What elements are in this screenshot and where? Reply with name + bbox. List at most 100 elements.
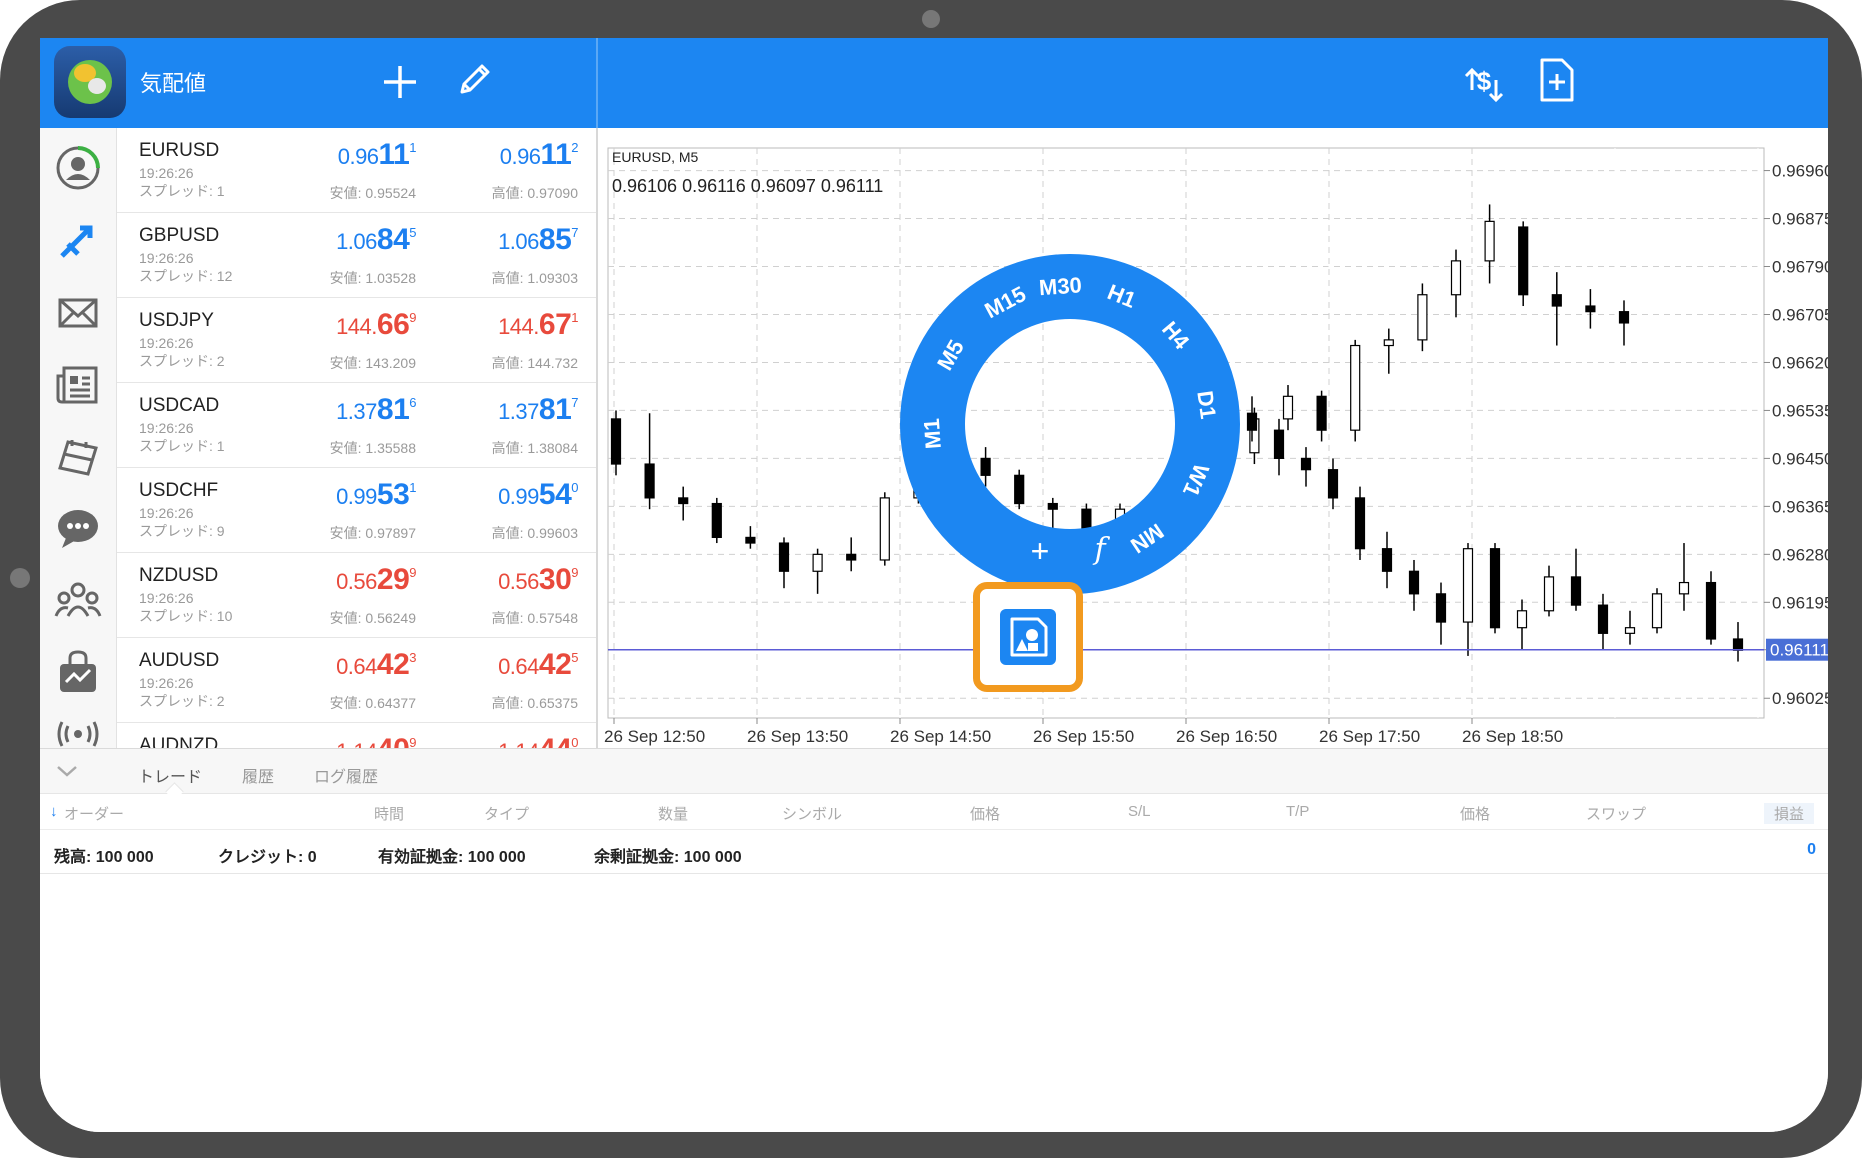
col-volume[interactable]: 数量 xyxy=(658,803,688,824)
candle-bear xyxy=(1597,604,1609,634)
crosshair-icon[interactable]: + xyxy=(1031,533,1050,569)
candle-bear xyxy=(1354,497,1366,550)
low-price: 安値: 0.95524 xyxy=(329,185,416,201)
col-profit[interactable]: 損益 xyxy=(1764,803,1815,824)
new-document-icon[interactable] xyxy=(1534,56,1578,104)
timeframe-option-m30[interactable]: M30 xyxy=(1038,272,1082,300)
symbol-name: NZDUSD xyxy=(139,565,219,586)
col-time[interactable]: 時間 xyxy=(374,803,404,824)
time-tick-label: 26 Sep 17:50 xyxy=(1319,727,1420,746)
quote-time: 19:26:26 xyxy=(139,165,194,181)
bid-price: 1.06845 xyxy=(336,223,416,256)
mail-icon[interactable] xyxy=(54,288,102,336)
quote-row[interactable]: GBPUSD 19:26:26 スプレッド: 12 1.06845 1.06857 安値:… xyxy=(117,213,596,298)
time-tick-label: 26 Sep 15:50 xyxy=(1033,727,1134,746)
candle-bull xyxy=(812,553,823,572)
chat-icon[interactable] xyxy=(54,504,102,552)
balance: 残高: 100 000 xyxy=(54,849,154,866)
quote-row[interactable]: USDCHF 19:26:26 スプレッド: 9 0.99531 0.99540 安値: … xyxy=(117,468,596,553)
quote-row[interactable]: USDCAD 19:26:26 スプレッド: 1 1.37816 1.37817 安値: … xyxy=(117,383,596,468)
col-tp[interactable]: T/P xyxy=(1286,803,1309,820)
quotes-list: EURUSD 19:26:26 スプレッド: 1 0.96111 0.96112 安値: … xyxy=(117,128,596,893)
quote-time: 19:26:26 xyxy=(139,335,194,351)
edit-pencil-icon[interactable] xyxy=(452,58,496,102)
tab-history[interactable]: 履歴 xyxy=(242,763,274,787)
sort-arrow-icon[interactable]: ↓ xyxy=(50,803,58,820)
bid-price: 0.56299 xyxy=(336,563,416,596)
quote-row[interactable]: NZDUSD 19:26:26 スプレッド: 10 0.56299 0.56309 安値:… xyxy=(117,553,596,638)
camera-dot xyxy=(922,10,940,28)
candle-bull xyxy=(1282,395,1294,420)
col-order[interactable]: オーダー xyxy=(64,803,124,824)
time-tick-label: 26 Sep 16:50 xyxy=(1176,727,1277,746)
bid-price: 144.669 xyxy=(336,308,416,341)
candle-bull xyxy=(1624,627,1636,634)
ask-price: 0.99540 xyxy=(498,478,578,511)
low-price: 安値: 143.209 xyxy=(329,355,416,371)
tab-trade[interactable]: トレード xyxy=(138,763,202,787)
symbol-name: EURUSD xyxy=(139,140,220,161)
candle-bull xyxy=(1383,339,1394,347)
quote-row[interactable]: AUDUSD 19:26:26 スプレッド: 2 0.64423 0.64425 安値: … xyxy=(117,638,596,723)
col-swap[interactable]: スワップ xyxy=(1586,803,1646,824)
quotes-arrows-icon[interactable] xyxy=(54,216,102,264)
timeframe-wheel[interactable]: M5M15 M30 H1H4D1W1MNM1f+ xyxy=(900,254,1240,594)
market-bag-icon[interactable] xyxy=(54,648,102,696)
quote-row[interactable]: EURUSD 19:26:26 スプレッド: 1 0.96111 0.96112 安値: … xyxy=(117,128,596,213)
candle-bear xyxy=(1489,548,1501,629)
quote-spread: スプレッド: 1 xyxy=(139,183,225,199)
candle-bear xyxy=(678,497,689,505)
chart-ohlc-label: 0.96106 0.96116 0.96097 0.96111 xyxy=(612,176,883,196)
price-tick-label: 0.96705 xyxy=(1772,305,1828,324)
insert-object-icon[interactable] xyxy=(1000,609,1056,665)
high-price: 高値: 144.732 xyxy=(491,355,578,371)
quote-spread: スプレッド: 12 xyxy=(139,268,233,284)
add-symbol-icon[interactable] xyxy=(378,60,422,104)
total-profit: 0 xyxy=(1807,841,1816,858)
quote-row[interactable]: USDJPY 19:26:26 スプレッド: 2 144.669 144.671 安値: … xyxy=(117,298,596,383)
trade-dollar-icon[interactable]: $ xyxy=(1460,58,1508,106)
col-price-current[interactable]: 価格 xyxy=(1460,803,1490,824)
quote-spread: スプレッド: 1 xyxy=(139,438,225,454)
candle-bull xyxy=(1484,220,1495,262)
account-summary: 残高: 100 000 クレジット: 0 有効証拠金: 100 000 余剰証拠… xyxy=(40,829,1828,874)
timeframe-option-m1[interactable]: M1 xyxy=(919,418,946,450)
community-icon[interactable] xyxy=(54,576,102,624)
candle-bear xyxy=(1316,395,1327,431)
quote-time: 19:26:26 xyxy=(139,590,194,606)
price-tick-label: 0.96875 xyxy=(1772,210,1828,229)
candle-bull xyxy=(1350,344,1361,431)
calendar-icon[interactable] xyxy=(54,432,102,480)
metatrader-logo-icon[interactable] xyxy=(54,46,126,118)
time-tick-label: 26 Sep 18:50 xyxy=(1462,727,1563,746)
left-navigation xyxy=(40,128,117,748)
col-sl[interactable]: S/L xyxy=(1128,803,1151,820)
col-price[interactable]: 価格 xyxy=(970,803,1000,824)
candle-bear xyxy=(745,536,756,544)
high-price: 高値: 1.09303 xyxy=(491,270,578,286)
collapse-chevron-icon[interactable] xyxy=(54,761,80,781)
low-price: 安値: 1.35588 xyxy=(329,440,416,456)
candle-bear xyxy=(1551,294,1562,307)
col-symbol[interactable]: シンボル xyxy=(782,803,842,824)
timeframe-option-d1[interactable]: D1 xyxy=(1192,389,1221,420)
ask-price: 0.56309 xyxy=(498,563,578,596)
high-price: 高値: 0.97090 xyxy=(491,185,578,201)
candle-bull xyxy=(1651,593,1663,629)
col-type[interactable]: タイプ xyxy=(484,803,529,824)
ask-price: 1.37817 xyxy=(498,393,578,426)
bottom-tabs: トレード 履歴 ログ履歴 xyxy=(40,749,1828,801)
quote-spread: スプレッド: 9 xyxy=(139,523,225,539)
signal-broadcast-icon[interactable] xyxy=(54,720,102,748)
svg-text:$: $ xyxy=(1477,66,1492,96)
highlighted-object-button[interactable] xyxy=(973,582,1083,692)
low-price: 安値: 1.03528 xyxy=(329,270,416,286)
bid-price: 0.64423 xyxy=(336,648,416,681)
candle-bull xyxy=(1462,548,1474,623)
account-icon[interactable] xyxy=(54,144,102,192)
symbol-name: AUDUSD xyxy=(139,650,220,671)
tab-log-history[interactable]: ログ履歴 xyxy=(314,763,378,787)
candle-bear xyxy=(1585,305,1596,313)
news-icon[interactable] xyxy=(54,360,102,408)
price-tick-label: 0.96790 xyxy=(1772,258,1828,277)
